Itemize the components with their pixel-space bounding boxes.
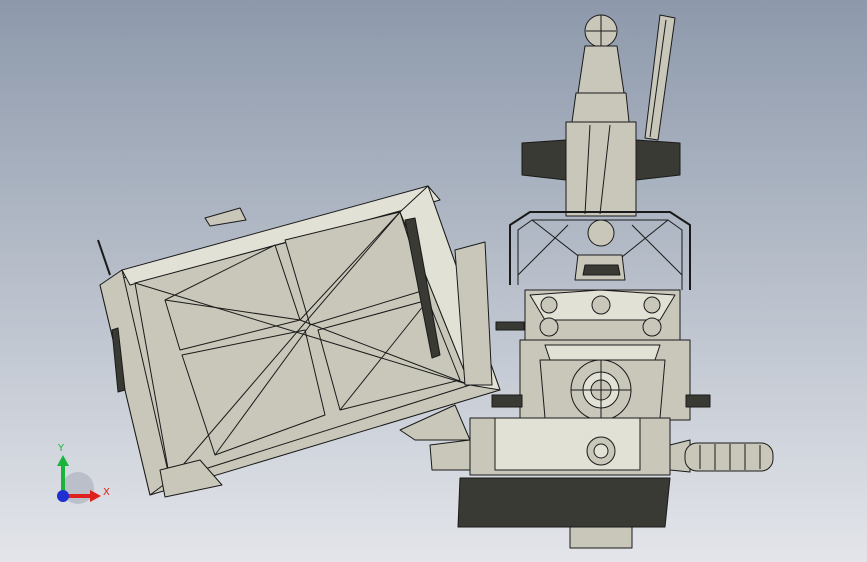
y-axis-label: Y [58,443,65,454]
model-canvas[interactable] [0,0,867,562]
x-axis-label: X [103,487,110,498]
z-axis-marker [57,490,69,502]
side-handle[interactable] [669,439,774,473]
cad-3d-viewport[interactable]: Y X [0,0,867,562]
